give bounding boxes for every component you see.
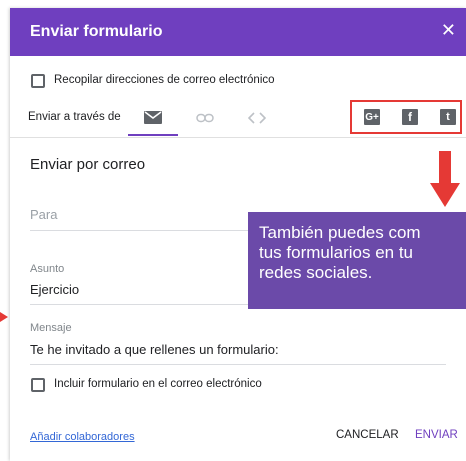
facebook-icon[interactable]: f (402, 109, 418, 125)
to-field[interactable]: Para (30, 207, 57, 222)
subject-label: Asunto (30, 263, 65, 275)
social-share-highlight: G+ f t (350, 100, 462, 134)
mail-icon (144, 110, 162, 124)
tab-email[interactable] (128, 100, 178, 136)
tab-link[interactable] (180, 100, 230, 136)
social-share-callout: También puedes com tus formularios en tu… (248, 212, 466, 309)
message-underline (30, 364, 446, 365)
tab-divider (10, 137, 466, 138)
close-icon[interactable]: ✕ (441, 20, 456, 40)
include-form-checkbox[interactable] (31, 378, 45, 392)
add-collaborators-link[interactable]: Añadir colaboradores (30, 431, 135, 443)
subject-field[interactable]: Ejercicio (30, 282, 79, 297)
message-field[interactable]: Te he invitado a que rellenes un formula… (30, 342, 279, 357)
to-field-underline (30, 230, 260, 231)
google-plus-icon[interactable]: G+ (364, 109, 380, 125)
send-button[interactable]: ENVIAR (415, 429, 458, 441)
section-title: Enviar por correo (30, 156, 146, 173)
cancel-button[interactable]: CANCELAR (336, 429, 399, 441)
include-form-label: Incluir formulario en el correo electrón… (54, 378, 262, 390)
send-via-label: Enviar a través de (28, 111, 121, 123)
dialog-title: Enviar formulario (30, 23, 163, 40)
message-label: Mensaje (30, 322, 72, 334)
twitter-icon[interactable]: t (440, 109, 456, 125)
collect-emails-checkbox[interactable] (31, 74, 45, 88)
arrow-down-icon (430, 151, 460, 207)
tab-embed[interactable] (232, 100, 282, 136)
collect-emails-label: Recopilar direcciones de correo electrón… (54, 74, 275, 86)
arrow-right-icon (0, 312, 8, 322)
embed-icon (248, 112, 266, 124)
dialog-header: Enviar formulario ✕ (10, 8, 466, 56)
background-edge (0, 0, 10, 461)
link-icon (196, 113, 214, 123)
